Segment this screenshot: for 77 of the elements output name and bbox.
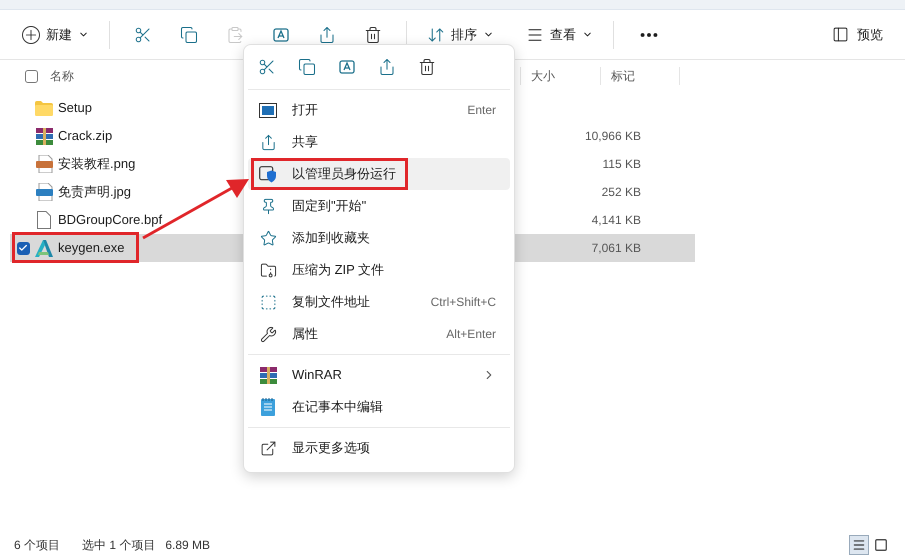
cut-icon[interactable] bbox=[134, 26, 152, 44]
selection-size: 6.89 MB bbox=[165, 537, 210, 554]
column-header[interactable]: 标记 bbox=[600, 67, 680, 85]
file-name: Setup bbox=[58, 99, 92, 118]
plus-icon bbox=[22, 26, 40, 44]
menu-item[interactable]: WinRAR bbox=[248, 359, 510, 391]
star-icon bbox=[260, 230, 276, 246]
file-name: Crack.zip bbox=[58, 127, 112, 146]
cut-icon[interactable] bbox=[258, 58, 276, 76]
shortcut: Enter bbox=[467, 102, 496, 119]
file-name: 安装教程.png bbox=[58, 155, 136, 174]
image-file-icon bbox=[36, 155, 52, 173]
app-icon bbox=[35, 240, 53, 256]
new-button[interactable]: 新建 bbox=[14, 18, 97, 50]
sort-button[interactable]: 排序 bbox=[419, 18, 502, 50]
file-size: 115 KB bbox=[602, 156, 641, 173]
details-view-button[interactable] bbox=[849, 535, 869, 555]
menu-label: 共享 bbox=[292, 133, 318, 152]
select-all-checkbox[interactable] bbox=[25, 70, 38, 82]
menu-item[interactable]: 添加到收藏夹 bbox=[248, 222, 510, 254]
item-count: 6 个项目 bbox=[14, 537, 60, 554]
file-icon bbox=[37, 211, 51, 229]
rename-icon[interactable] bbox=[272, 26, 290, 44]
delete-icon[interactable] bbox=[364, 26, 382, 44]
file-name: BDGroupCore.bpf bbox=[58, 211, 162, 230]
checkbox[interactable] bbox=[16, 242, 30, 254]
menu-label: 固定到"开始" bbox=[292, 197, 366, 216]
menu-item[interactable]: 在记事本中编辑 bbox=[248, 391, 510, 423]
menu-label: 添加到收藏夹 bbox=[292, 229, 370, 248]
selection-count: 选中 1 个项目 bbox=[82, 537, 156, 554]
menu-item[interactable]: 打开 Enter bbox=[248, 94, 510, 126]
menu-item[interactable]: 固定到"开始" bbox=[248, 190, 510, 222]
zipped-folder-icon bbox=[260, 262, 276, 278]
file-size: 4,141 KB bbox=[592, 212, 641, 229]
shield-icon bbox=[259, 166, 277, 182]
menu-item[interactable]: 压缩为 ZIP 文件 bbox=[248, 254, 510, 286]
share-icon[interactable] bbox=[318, 26, 336, 44]
menu-label: 打开 bbox=[292, 101, 318, 120]
rename-icon[interactable] bbox=[338, 58, 356, 76]
menu-item[interactable]: 显示更多选项 bbox=[248, 432, 510, 464]
shortcut: Ctrl+Shift+C bbox=[430, 294, 496, 311]
wrench-icon bbox=[260, 326, 276, 342]
menu-label: 压缩为 ZIP 文件 bbox=[292, 261, 384, 280]
menu-item[interactable]: 属性 Alt+Enter bbox=[248, 318, 510, 350]
shortcut: Alt+Enter bbox=[446, 326, 496, 343]
preview-button[interactable]: 预览 bbox=[824, 18, 891, 50]
file-size: 10,966 KB bbox=[584, 128, 641, 145]
image-file-icon bbox=[36, 183, 52, 201]
menu-label: 显示更多选项 bbox=[292, 439, 370, 458]
window-icon bbox=[259, 102, 277, 118]
file-size: 252 KB bbox=[602, 184, 641, 201]
menu-label: WinRAR bbox=[292, 366, 342, 384]
menu-label: 在记事本中编辑 bbox=[292, 398, 383, 416]
delete-icon[interactable] bbox=[418, 58, 436, 76]
file-name: 免责声明.jpg bbox=[58, 183, 131, 202]
notepad-icon bbox=[261, 398, 275, 416]
column-header[interactable]: 大小 bbox=[520, 67, 600, 85]
view-button[interactable]: 查看 bbox=[518, 18, 601, 50]
menu-label: 以管理员身份运行 bbox=[292, 165, 396, 184]
menu-item[interactable]: 共享 bbox=[248, 126, 510, 158]
archive-icon bbox=[36, 128, 52, 144]
panel-icon bbox=[832, 26, 849, 43]
share-icon[interactable] bbox=[378, 58, 396, 76]
copy-icon[interactable] bbox=[298, 58, 316, 76]
menu-label: 复制文件地址 bbox=[292, 293, 370, 312]
menu-label: 属性 bbox=[292, 325, 318, 344]
copy-icon[interactable] bbox=[180, 26, 198, 44]
file-size: 7,061 KB bbox=[592, 240, 641, 257]
square-icon bbox=[874, 538, 888, 552]
sort-icon bbox=[427, 26, 445, 44]
menu-item[interactable]: 复制文件地址 Ctrl+Shift+C bbox=[248, 286, 510, 318]
list-icon bbox=[852, 538, 866, 552]
archive-icon bbox=[260, 366, 276, 384]
share-icon bbox=[260, 134, 276, 150]
folder-icon bbox=[35, 100, 53, 116]
expand-icon bbox=[260, 440, 276, 456]
file-name: keygen.exe bbox=[58, 239, 124, 258]
